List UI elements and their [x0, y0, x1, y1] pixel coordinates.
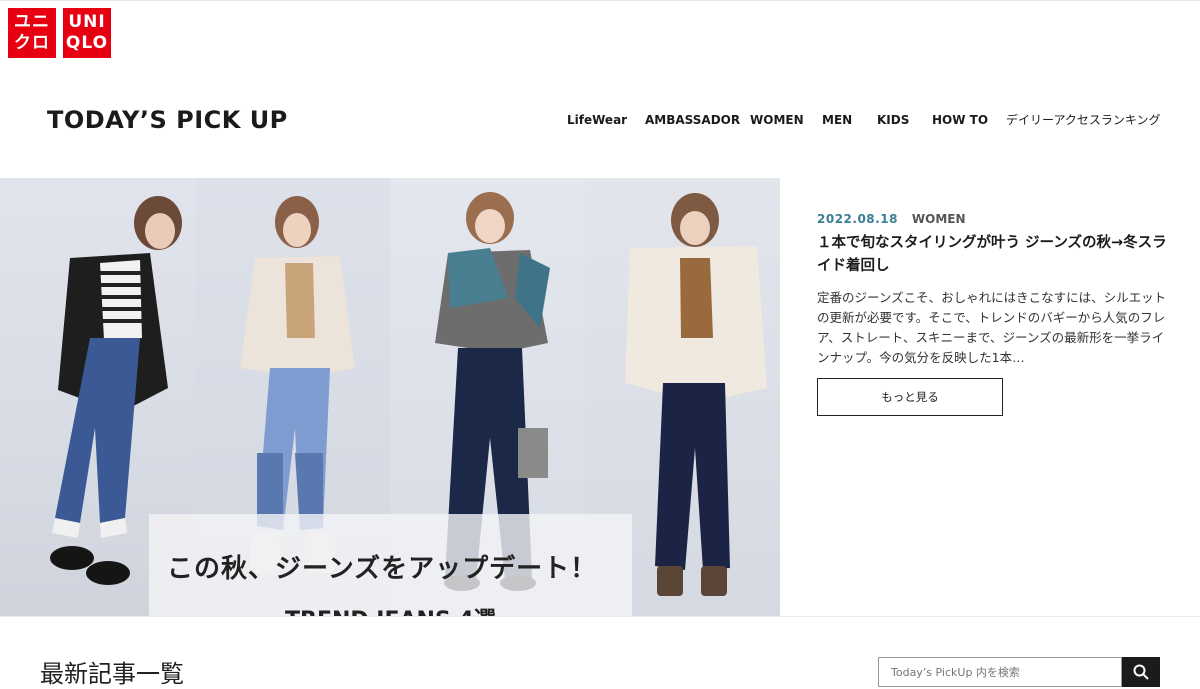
top-border	[0, 0, 1200, 1]
article-excerpt: 定番のジーンズこそ、おしゃれにはきこなすには、シルエットの更新が必要です。そこで…	[817, 290, 1167, 365]
uniqlo-logo[interactable]: ユニ クロ UNI QLO	[8, 8, 116, 58]
hero-caption-box: この秋、ジーンズをアップデート！ TREND JEANS 4選	[149, 514, 632, 616]
search-button[interactable]	[1122, 657, 1160, 687]
logo-text-line: クロ	[14, 33, 50, 53]
search-icon	[1133, 664, 1149, 680]
hero-headline: この秋、ジーンズをアップデート！	[167, 554, 598, 584]
search-input[interactable]	[878, 657, 1122, 687]
nav-item-men[interactable]: MEN	[822, 113, 852, 127]
logo-text-line: QLO	[65, 33, 109, 53]
logo-text-line: ユニ	[14, 12, 50, 32]
nav-item-ambassador[interactable]: AMBASSADOR	[645, 113, 740, 127]
article-date: 2022.08.18	[817, 212, 898, 226]
read-more-button[interactable]: もっと見る	[817, 378, 1003, 416]
featured-article: 2022.08.18 WOMEN １本で旬なスタイリングが叶う ジーンズの秋→冬ス…	[817, 212, 1167, 416]
nav-item-daily-ranking[interactable]: デイリーアクセスランキング	[1006, 111, 1161, 128]
nav-item-women[interactable]: WOMEN	[750, 113, 804, 127]
site-title[interactable]: TODAY’S PICK UP	[47, 106, 288, 134]
article-title[interactable]: １本で旬なスタイリングが叶う ジーンズの秋→冬スライド着回し	[817, 232, 1167, 278]
nav-item-lifewear[interactable]: LifeWear	[567, 113, 627, 127]
logo-katakana: ユニ クロ	[8, 8, 56, 58]
nav-item-kids[interactable]: KIDS	[877, 113, 909, 127]
article-category[interactable]: WOMEN	[912, 212, 966, 226]
nav-item-how-to[interactable]: HOW TO	[932, 113, 988, 127]
search-bar	[878, 657, 1160, 687]
hero-banner[interactable]: この秋、ジーンズをアップデート！ TREND JEANS 4選	[0, 178, 780, 616]
section-divider	[0, 616, 1200, 617]
hero-subheadline: TREND JEANS 4選	[285, 602, 496, 616]
article-meta: 2022.08.18 WOMEN	[817, 212, 1167, 226]
logo-latin: UNI QLO	[63, 8, 111, 58]
logo-text-line: UNI	[68, 12, 106, 32]
latest-articles-heading: 最新記事一覧	[40, 660, 184, 688]
